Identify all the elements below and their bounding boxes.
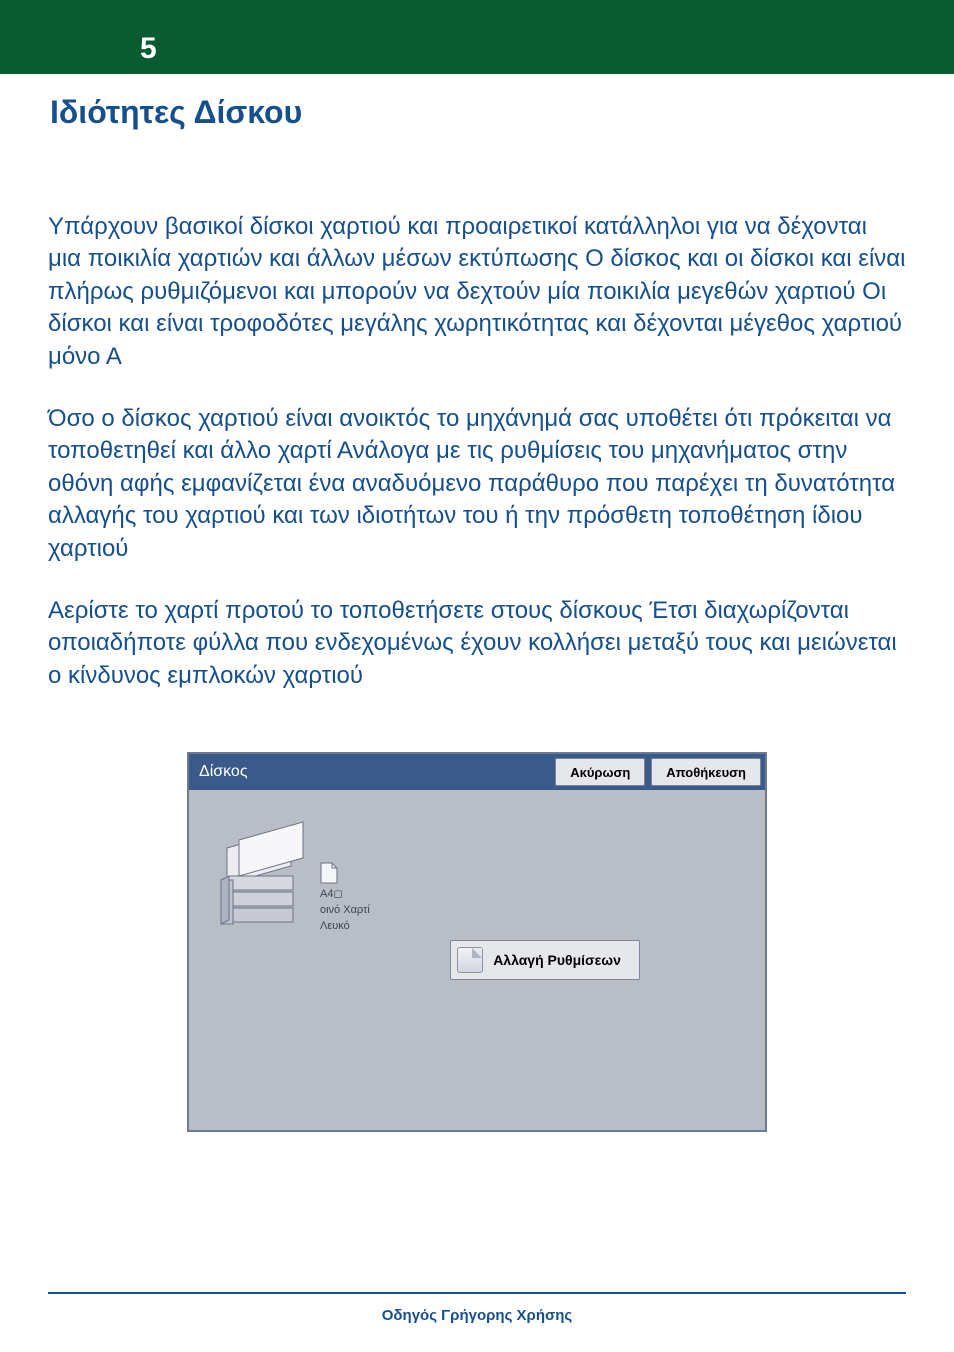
paragraph-1: Υπάρχουν βασικοί δίσκοι χαρτιού και προα…: [48, 211, 906, 373]
dialog-body: A4◻ οινό Χαρτί Λευκό Αλλαγή Ρυθμίσεων: [189, 790, 765, 1130]
footer-divider: [48, 1292, 906, 1294]
settings-page-icon: [457, 947, 483, 973]
tray-color-label: Λευκό: [320, 919, 370, 935]
change-settings-label: Αλλαγή Ρυθμίσεων: [493, 952, 621, 968]
dialog-right-area: Αλλαγή Ρυθμίσεων: [450, 820, 745, 1100]
dialog-header: Δίσκος Ακύρωση Αποθήκευση: [189, 754, 765, 790]
top-stripe: [0, 0, 954, 24]
tray-size-label: A4◻: [320, 887, 370, 903]
paragraph-2: Όσο ο δίσκος χαρτιού είναι ανοικτός το μ…: [48, 403, 906, 565]
paragraph-3: Αερίστε το χαρτί προτού το τοποθετήσετε …: [48, 595, 906, 692]
tray-type-label: οινό Χαρτί: [320, 903, 370, 919]
paper-tray-icon: [209, 820, 314, 940]
tray-dialog: Δίσκος Ακύρωση Αποθήκευση A4◻ οινό Χαρτί: [187, 752, 767, 1132]
footer-text: Οδηγός Γρήγορης Χρήσης: [0, 1307, 954, 1324]
page-title: Ιδιότητες Δίσκου: [50, 94, 954, 131]
tray-labels: A4◻ οινό Χαρτί Λευκό: [320, 862, 370, 935]
page-number: 5: [140, 32, 157, 66]
paper-sheet-icon: [320, 862, 338, 884]
dialog-title: Δίσκος: [199, 763, 549, 781]
change-settings-button[interactable]: Αλλαγή Ρυθμίσεων: [450, 940, 640, 980]
header-bar: 5: [0, 24, 954, 74]
body-text: Υπάρχουν βασικοί δίσκοι χαρτιού και προα…: [48, 211, 906, 692]
tray-area: A4◻ οινό Χαρτί Λευκό: [209, 820, 450, 1100]
save-button[interactable]: Αποθήκευση: [651, 758, 761, 786]
cancel-button[interactable]: Ακύρωση: [555, 758, 645, 786]
